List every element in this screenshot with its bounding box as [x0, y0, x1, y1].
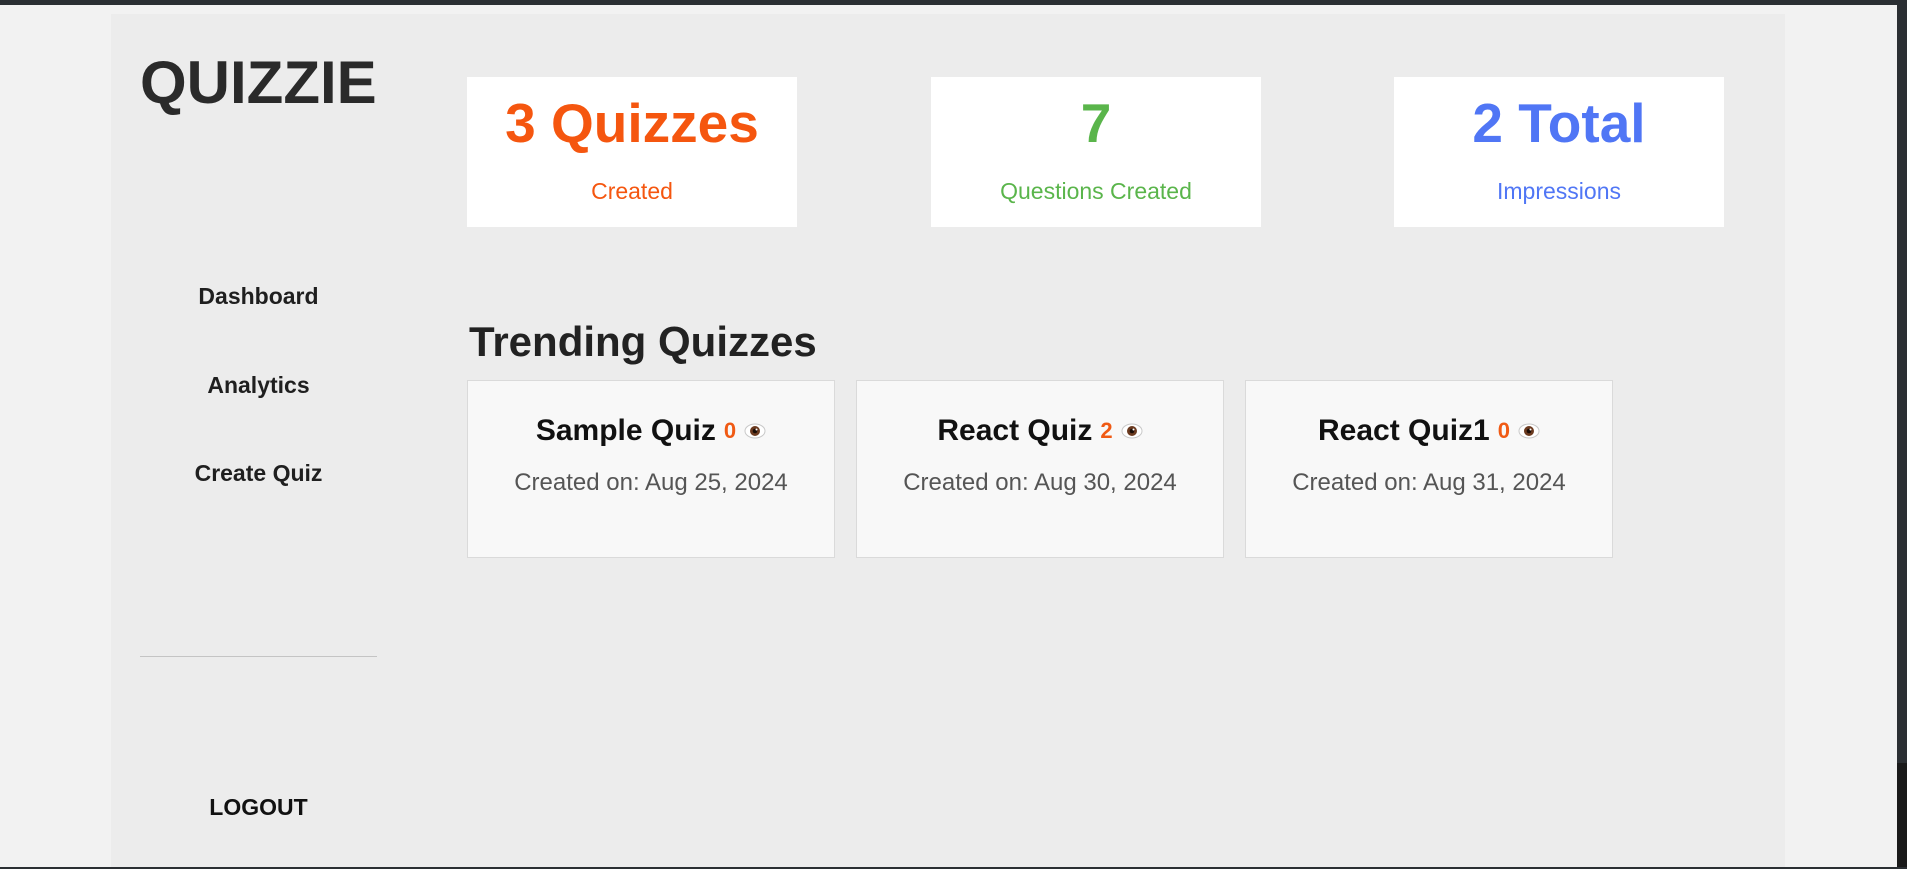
- quiz-name: React Quiz1: [1318, 414, 1490, 447]
- quiz-created-date: Created on: Aug 31, 2024: [1292, 469, 1566, 496]
- sidebar-item-create-quiz[interactable]: Create Quiz: [140, 460, 377, 487]
- quiz-name: React Quiz: [937, 414, 1093, 447]
- app-logo: QUIZZIE: [140, 49, 377, 116]
- trending-quiz-card[interactable]: React Quiz1 0 Created on: Aug 31, 2024: [1245, 380, 1613, 558]
- quiz-name: Sample Quiz: [535, 414, 716, 447]
- scrollbar-thumb[interactable]: [1897, 763, 1907, 867]
- scrollbar-track[interactable]: [1897, 5, 1907, 869]
- stat-value: 3 Quizzes: [505, 92, 759, 154]
- eye-icon: [744, 423, 766, 439]
- logout-button[interactable]: LOGOUT: [140, 794, 377, 821]
- stat-value: 2 Total: [1472, 92, 1646, 154]
- quiz-impressions-count: 0: [723, 418, 737, 443]
- eye-icon: [1518, 423, 1540, 439]
- quiz-impressions-count: 0: [1497, 418, 1510, 443]
- eye-icon: [1121, 423, 1143, 439]
- stat-card-questions: 7 Questions Created: [931, 77, 1261, 227]
- stat-label: Questions Created: [1000, 178, 1192, 204]
- sidebar-item-dashboard[interactable]: Dashboard: [140, 283, 377, 310]
- stat-value: 7: [1080, 92, 1112, 154]
- stat-card-impressions: 2 Total Impressions: [1394, 77, 1724, 227]
- sidebar-divider: [140, 656, 377, 657]
- quiz-impressions-count: 2: [1100, 418, 1113, 443]
- stat-label: Created: [591, 178, 673, 204]
- trending-quizzes-heading: Trending Quizzes: [469, 318, 817, 365]
- quiz-created-date: Created on: Aug 25, 2024: [514, 469, 788, 496]
- stat-card-quizzes: 3 Quizzes Created: [467, 77, 797, 227]
- stat-label: Impressions: [1497, 178, 1621, 204]
- quiz-created-date: Created on: Aug 30, 2024: [903, 469, 1177, 496]
- browser-top-bar: [0, 0, 1907, 5]
- trending-quiz-card[interactable]: React Quiz 2 Created on: Aug 30, 2024: [856, 380, 1224, 558]
- dashboard-page: QUIZZIE Dashboard Analytics Create Quiz …: [111, 14, 1785, 867]
- trending-quiz-card[interactable]: Sample Quiz 0 Created on: Aug 25, 2024: [467, 380, 835, 558]
- sidebar-item-analytics[interactable]: Analytics: [140, 372, 377, 399]
